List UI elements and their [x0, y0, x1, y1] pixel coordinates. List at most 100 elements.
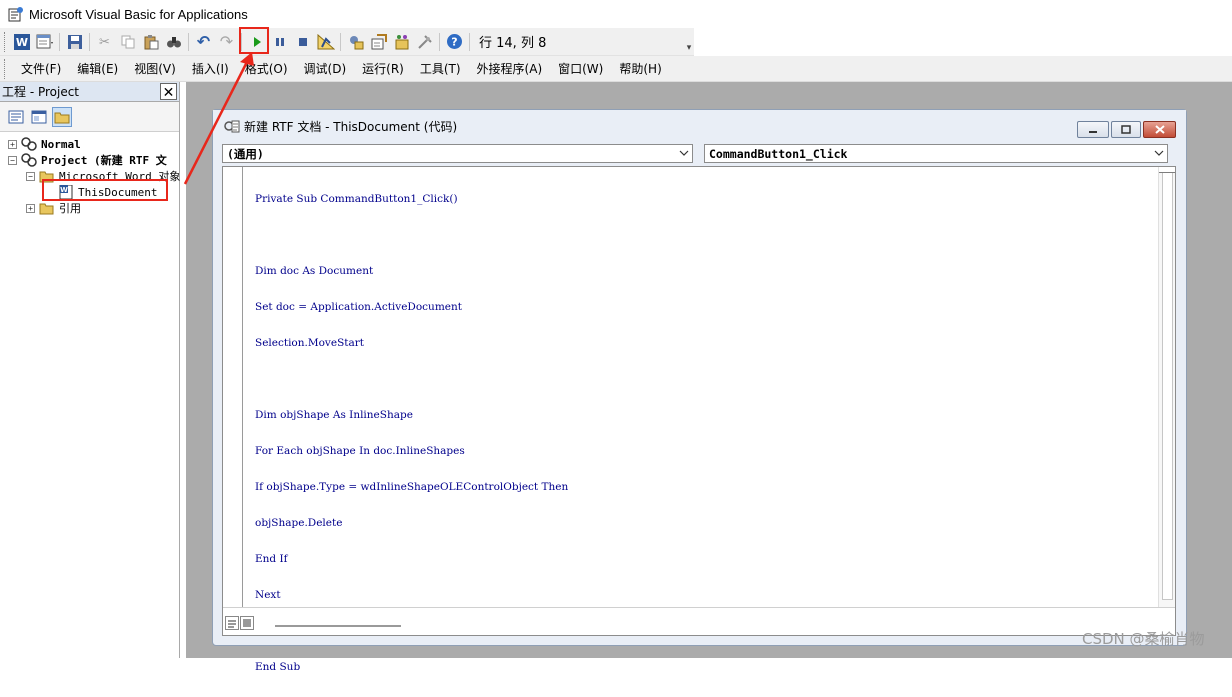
annotation-box-run: [239, 27, 269, 54]
code-line[interactable]: If objShape.Type = wdInlineShapeOLEContr…: [255, 481, 568, 493]
code-line[interactable]: [255, 373, 568, 385]
chevron-down-icon[interactable]: [1154, 146, 1164, 163]
toolbar-options-icon[interactable]: ▾: [684, 31, 694, 53]
minimize-button[interactable]: [1077, 121, 1109, 138]
procedure-view-icon[interactable]: [225, 616, 239, 630]
copy-icon[interactable]: [117, 31, 139, 53]
split-bar[interactable]: [1159, 167, 1175, 173]
menu-tools[interactable]: 工具(T): [412, 58, 469, 80]
window-title: Microsoft Visual Basic for Applications: [29, 6, 248, 22]
menu-format[interactable]: 格式(O): [237, 58, 296, 80]
chevron-down-icon[interactable]: [679, 146, 689, 163]
menu-insert[interactable]: 插入(I): [184, 58, 237, 80]
close-icon[interactable]: ✕: [160, 83, 177, 100]
menu-view[interactable]: 视图(V): [126, 58, 184, 80]
breakpoint-margin[interactable]: [223, 167, 243, 607]
project-icon: [21, 137, 37, 151]
design-mode-icon[interactable]: [315, 31, 337, 53]
watermark: CSDN @桑榆肖物: [1082, 630, 1205, 648]
code-line[interactable]: Set doc = Application.ActiveDocument: [255, 301, 568, 313]
tree-node-project[interactable]: − Project (新建 RTF 文: [8, 152, 167, 168]
code-line[interactable]: objShape.Delete: [255, 517, 568, 529]
close-window-button[interactable]: [1143, 121, 1176, 138]
standard-toolbar: W ✂ ↶ ↷ ? 行 14, 列 8 ▾: [0, 28, 694, 56]
expand-icon[interactable]: +: [26, 203, 35, 213]
toolbar-separator: [188, 32, 189, 51]
cursor-position-status: 行 14, 列 8: [479, 36, 547, 51]
toolbar-separator: [469, 32, 470, 51]
code-window-bottom-bar: [223, 607, 1175, 635]
code-line[interactable]: Dim objShape As InlineShape: [255, 409, 568, 421]
menu-window[interactable]: 窗口(W): [550, 58, 611, 80]
code-editor[interactable]: Private Sub CommandButton1_Click() Dim d…: [222, 166, 1176, 673]
toolbox-icon[interactable]: [414, 31, 436, 53]
tree-node-normal[interactable]: + Normal: [8, 136, 81, 152]
vertical-scrollbar[interactable]: [1158, 167, 1175, 607]
full-module-view-icon[interactable]: [240, 616, 254, 630]
menu-addins[interactable]: 外接程序(A): [469, 58, 551, 80]
expand-icon[interactable]: +: [8, 139, 17, 149]
redo-icon[interactable]: ↷: [216, 31, 238, 53]
paste-icon[interactable]: [140, 31, 162, 53]
scrollbar-thumb[interactable]: [1162, 168, 1173, 600]
annotation-box-thisdocument: [42, 179, 168, 201]
code-line[interactable]: [255, 229, 568, 241]
horizontal-scrollbar[interactable]: [275, 625, 401, 627]
object-browser-icon[interactable]: [391, 31, 413, 53]
code-line[interactable]: Selection.MoveStart: [255, 337, 568, 349]
collapse-icon[interactable]: −: [8, 155, 17, 165]
menu-edit[interactable]: 编辑(E): [69, 58, 126, 80]
code-window-icon: [224, 120, 240, 133]
undo-icon[interactable]: ↶: [193, 31, 215, 53]
menu-help[interactable]: 帮助(H): [611, 58, 669, 80]
code-line[interactable]: For Each objShape In doc.InlineShapes: [255, 445, 568, 457]
word-icon[interactable]: W: [11, 31, 33, 53]
menu-debug[interactable]: 调试(D): [296, 58, 355, 80]
menu-bar: 文件(F) 编辑(E) 视图(V) 插入(I) 格式(O) 调试(D) 运行(R…: [0, 56, 1232, 82]
code-line[interactable]: Dim doc As Document: [255, 265, 568, 277]
procedure-dropdown[interactable]: CommandButton1_Click: [704, 144, 1168, 163]
procedure-dropdown-value: CommandButton1_Click: [709, 146, 848, 161]
break-icon[interactable]: [269, 31, 291, 53]
restore-button[interactable]: [1111, 121, 1141, 138]
view-code-icon[interactable]: [6, 107, 26, 127]
code-line[interactable]: Next: [255, 589, 568, 601]
restore-icon: [1121, 125, 1131, 134]
menu-run[interactable]: 运行(R): [354, 58, 412, 80]
help-icon[interactable]: ?: [444, 31, 466, 53]
vba-app-icon: [8, 7, 23, 22]
code-line[interactable]: Private Sub CommandButton1_Click(): [255, 193, 568, 205]
minimize-icon: [1089, 130, 1097, 133]
title-bar: Microsoft Visual Basic for Applications: [0, 0, 1232, 28]
reset-icon[interactable]: [292, 31, 314, 53]
project-explorer-icon[interactable]: [345, 31, 367, 53]
find-icon[interactable]: [163, 31, 185, 53]
toolbar-separator: [340, 32, 341, 51]
tree-node-references[interactable]: + 引用: [26, 200, 81, 216]
folder-icon: [39, 201, 55, 215]
object-dropdown[interactable]: (通用): [222, 144, 693, 163]
svg-text:W: W: [15, 36, 27, 49]
project-icon: [21, 153, 37, 167]
properties-window-icon[interactable]: [368, 31, 390, 53]
tree-label-project: Project (新建 RTF 文: [41, 154, 167, 167]
code-line[interactable]: End If: [255, 553, 568, 565]
insert-userform-icon[interactable]: [34, 31, 56, 53]
toolbar-separator: [89, 32, 90, 51]
project-tree: + Normal − Project (新建 RTF 文 − Microsoft…: [0, 134, 180, 654]
tree-label-normal: Normal: [41, 137, 81, 151]
code-line[interactable]: End Sub: [255, 661, 568, 673]
menu-file[interactable]: 文件(F): [13, 58, 69, 80]
toggle-folders-icon[interactable]: [52, 106, 72, 127]
view-object-icon[interactable]: [29, 107, 49, 127]
save-icon[interactable]: [64, 31, 86, 53]
collapse-icon[interactable]: −: [26, 171, 35, 181]
toolbar-separator: [439, 32, 440, 51]
toolbar-grip[interactable]: [4, 31, 7, 52]
close-icon: [1154, 125, 1165, 134]
code-window-titlebar[interactable]: 新建 RTF 文档 - ThisDocument (代码): [213, 110, 1186, 142]
menubar-grip[interactable]: [4, 58, 7, 79]
svg-text:?: ?: [451, 36, 457, 49]
cut-icon[interactable]: ✂: [94, 31, 116, 53]
project-panel-toolbar: [0, 102, 179, 132]
